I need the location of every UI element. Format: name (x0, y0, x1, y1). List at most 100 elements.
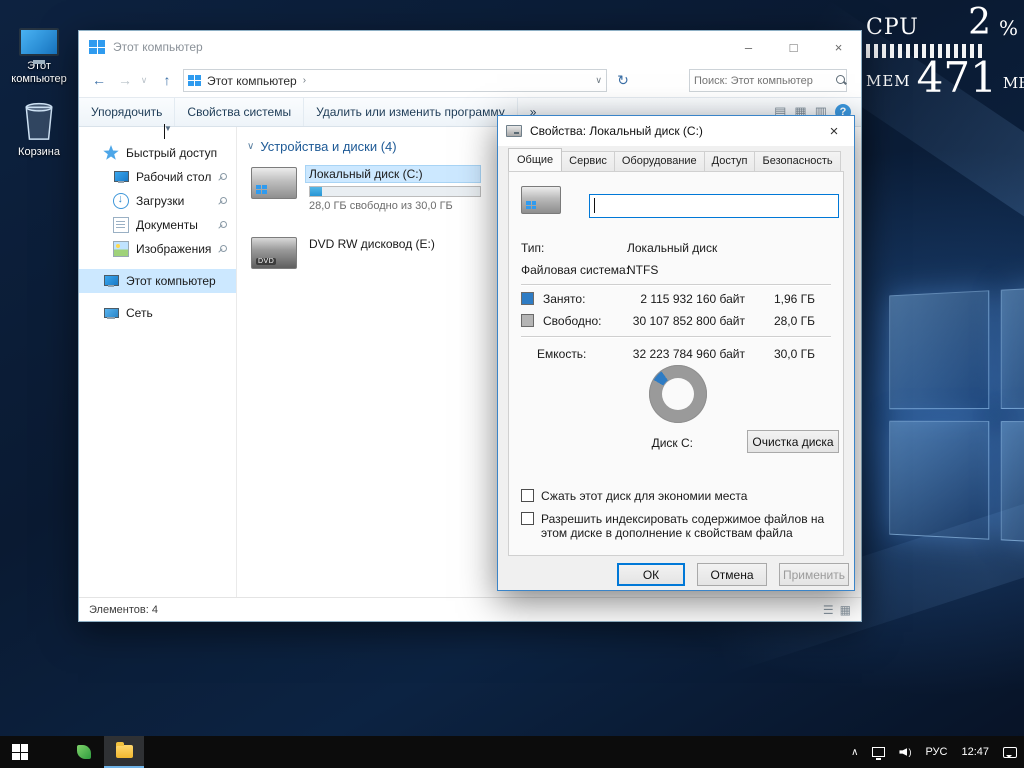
refresh-button[interactable]: ↻ (611, 69, 635, 92)
pin-icon (216, 172, 227, 182)
cpu-value: 2 (968, 2, 991, 43)
drive-free-space-text: 28,0 ГБ свободно из 30,0 ГБ (309, 200, 453, 212)
apply-button[interactable]: Применить (779, 563, 849, 586)
drive-item-c[interactable]: Локальный диск (C:) 28,0 ГБ свободно из … (251, 165, 481, 212)
uninstall-program-button[interactable]: Удалить или изменить программу (304, 98, 518, 126)
free-size: 28,0 ГБ (773, 314, 815, 328)
up-button[interactable]: ↑ (155, 69, 179, 91)
drive-name[interactable]: Локальный диск (C:) (305, 165, 481, 183)
free-space-legend-swatch (521, 314, 534, 327)
thumbnail-view-toggle-icon[interactable]: ▦ (840, 603, 851, 617)
breadcrumb-chevron-icon[interactable]: › (303, 75, 306, 86)
cpu-label: CPU (866, 15, 919, 40)
dvd-drive-icon: DVD (251, 237, 297, 269)
index-checkbox-label: Разрешить индексировать содержимое файло… (541, 512, 825, 540)
taskbar-explorer-button[interactable] (104, 736, 144, 768)
recent-locations-chevron-icon[interactable]: ∨ (137, 69, 151, 91)
sidebar-item-documents[interactable]: Документы (79, 213, 236, 237)
app-icon (77, 745, 91, 759)
back-button[interactable]: ← (87, 69, 111, 91)
compress-checkbox[interactable] (521, 489, 534, 502)
tray-overflow-chevron-icon[interactable]: ∧ (844, 736, 865, 768)
windows-badge-icon (526, 201, 536, 209)
free-bytes: 30 107 852 800 байт (632, 314, 745, 328)
this-pc-icon (188, 75, 201, 86)
address-dropdown-icon[interactable]: ∨ (595, 75, 602, 86)
drive-name[interactable]: DVD RW дисковод (E:) (305, 235, 439, 253)
address-bar[interactable]: Этот компьютер › ∨ (183, 69, 607, 92)
explorer-titlebar[interactable]: Этот компьютер – □ × (79, 31, 861, 63)
group-header-devices-and-drives[interactable]: ∨ Устройства и диски (4) (247, 139, 397, 154)
index-checkbox[interactable] (521, 512, 534, 525)
ok-button[interactable]: ОК (617, 563, 685, 586)
taskbar-pinned-app-button[interactable] (64, 736, 104, 768)
pin-icon (216, 244, 227, 254)
sidebar-item-quick-access[interactable]: Быстрый доступ (79, 141, 236, 165)
volume-label-input[interactable] (589, 194, 839, 218)
desktop-icon-recycle-bin[interactable]: Корзина (0, 96, 78, 159)
disk-cleanup-button[interactable]: Очистка диска (747, 430, 839, 453)
search-box[interactable] (689, 69, 847, 92)
hard-drive-icon (251, 167, 297, 199)
collapse-chevron-icon[interactable]: ∨ (247, 141, 254, 152)
minimize-button[interactable]: – (726, 32, 771, 62)
text-caret (594, 198, 595, 213)
used-size: 1,96 ГБ (773, 292, 815, 306)
sidebar-item-downloads[interactable]: Загрузки (79, 189, 236, 213)
maximize-button[interactable]: □ (771, 32, 816, 62)
dvd-badge: DVD (256, 258, 277, 265)
monitor-icon (113, 169, 129, 185)
explorer-statusbar: Элементов: 4 ☰ ▦ (79, 597, 861, 621)
sidebar-item-network[interactable]: Сеть (79, 301, 236, 325)
dialog-titlebar[interactable]: Свойства: Локальный диск (C:) × (498, 116, 854, 146)
navigation-pane: Быстрый доступ Рабочий стол Загрузки Док… (79, 127, 236, 597)
search-input[interactable] (694, 74, 836, 87)
cancel-button[interactable]: Отмена (697, 563, 767, 586)
capacity-size: 30,0 ГБ (773, 347, 815, 361)
dialog-close-button[interactable]: × (814, 117, 854, 146)
breadcrumb[interactable]: Этот компьютер (207, 74, 297, 88)
wallpaper-windows-logo (889, 284, 1024, 546)
filesystem-value: NTFS (627, 263, 659, 277)
star-icon (103, 145, 119, 160)
tab-security[interactable]: Безопасность (754, 151, 841, 171)
desktop-icon-this-pc[interactable]: Этот компьютер (0, 10, 78, 86)
network-tray-icon[interactable] (865, 736, 892, 768)
tab-tools[interactable]: Сервис (561, 151, 615, 171)
tab-hardware[interactable]: Оборудование (613, 151, 705, 171)
explorer-window-title: Этот компьютер (113, 40, 203, 54)
volume-tray-icon[interactable]: ) (892, 736, 918, 768)
sidebar-item-pictures[interactable]: Изображения (79, 237, 236, 261)
folder-icon (115, 741, 133, 758)
start-button[interactable] (0, 736, 40, 768)
tab-sharing[interactable]: Доступ (703, 151, 756, 171)
sidebar-item-desktop[interactable]: Рабочий стол (79, 165, 236, 189)
separator (521, 336, 831, 338)
notification-center-icon[interactable] (996, 736, 1024, 768)
list-view-toggle-icon[interactable]: ☰ (823, 603, 834, 617)
desktop-icon-label: Корзина (18, 146, 60, 158)
type-label: Тип: (521, 241, 545, 255)
tab-general[interactable]: Общие (508, 148, 563, 171)
explorer-navbar: ← → ∨ ↑ Этот компьютер › ∨ ↻ (79, 63, 861, 97)
dialog-tabs: Общие Сервис Оборудование Доступ Безопас… (508, 148, 841, 171)
this-pc-icon (89, 40, 105, 54)
close-button[interactable]: × (816, 32, 861, 62)
used-label: Занято: (543, 292, 586, 306)
used-bytes: 2 115 932 160 байт (640, 292, 745, 306)
system-properties-button[interactable]: Свойства системы (175, 98, 305, 126)
sidebar-item-this-pc[interactable]: Этот компьютер (79, 269, 236, 293)
type-value: Локальный диск (627, 241, 718, 255)
system-tray: ∧ ) РУС 12:47 (844, 736, 1024, 768)
language-indicator[interactable]: РУС (918, 736, 954, 768)
drive-item-dvd[interactable]: DVD DVD RW дисковод (E:) (251, 235, 439, 269)
drive-icon (506, 125, 522, 137)
clock[interactable]: 12:47 (954, 736, 996, 768)
forward-button[interactable]: → (113, 69, 137, 91)
used-space-legend-swatch (521, 292, 534, 305)
organize-button[interactable]: Упорядочить ▼ (79, 98, 176, 139)
separator (521, 284, 831, 286)
tab-page-general: Тип: Локальный диск Файловая система: NT… (508, 171, 844, 556)
this-pc-icon (19, 28, 59, 64)
properties-dialog: Свойства: Локальный диск (C:) × Общие Се… (497, 115, 855, 591)
